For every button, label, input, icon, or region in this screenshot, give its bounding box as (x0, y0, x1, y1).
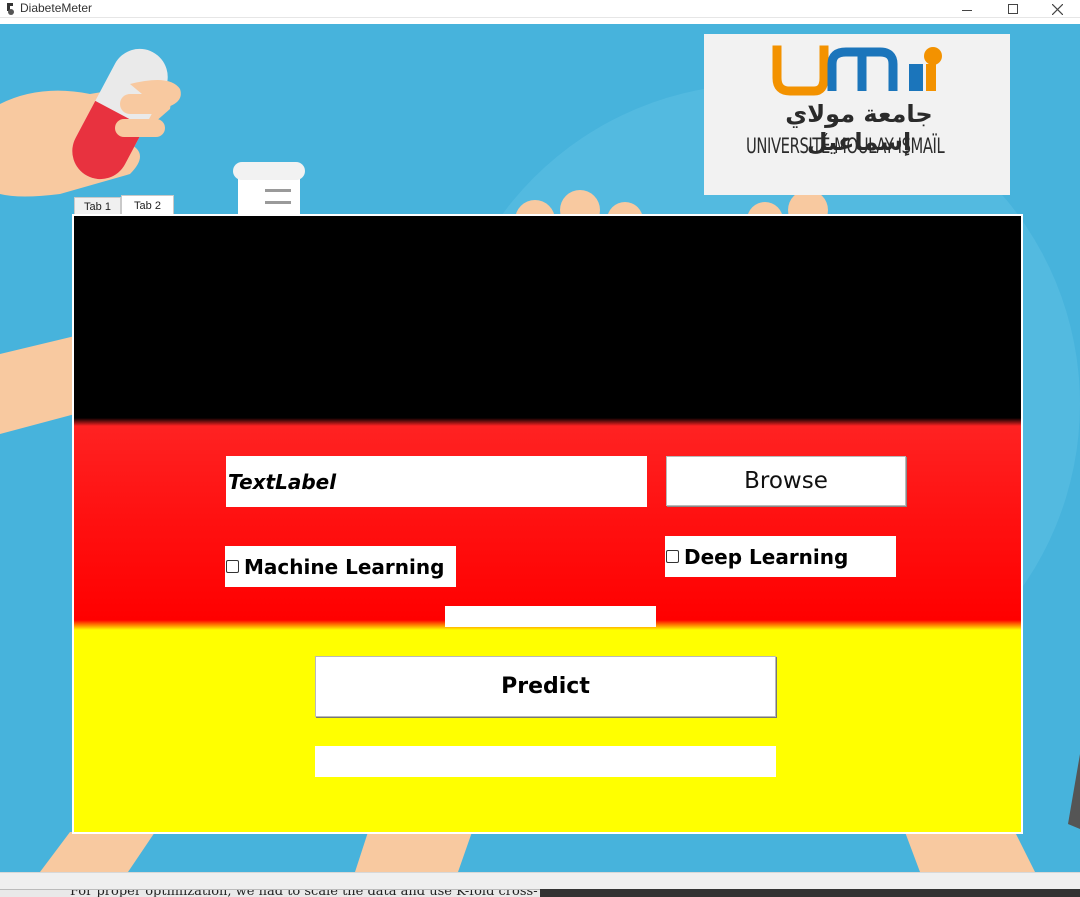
tab-2[interactable]: Tab 2 (121, 195, 174, 215)
title-bar: DiabeteMeter (0, 0, 1080, 18)
machine-learning-label: Machine Learning (244, 554, 445, 579)
close-icon (1051, 3, 1063, 15)
deep-learning-option[interactable]: Deep Learning (665, 536, 896, 577)
university-logo: جامعة مولاي إسماعيل UNIVERSITÉ MOULAY IS… (704, 34, 1010, 195)
browse-button[interactable]: Browse (666, 456, 906, 506)
background-window: For proper optimization, we had to scale… (0, 889, 540, 897)
deep-learning-checkbox[interactable] (666, 550, 679, 563)
maximize-button[interactable] (990, 0, 1036, 18)
university-name-latin: UNIVERSITÉ MOULAY ISMAÏL (746, 134, 945, 158)
status-field (445, 606, 656, 627)
maximize-icon (1008, 4, 1018, 14)
minimize-button[interactable] (944, 0, 990, 18)
background-window-dark (540, 889, 1080, 897)
umi-logo-mark (772, 45, 942, 96)
close-button[interactable] (1034, 0, 1080, 18)
taskbar-strip: For proper optimization, we had to scale… (0, 872, 1080, 897)
deep-learning-label: Deep Learning (684, 544, 849, 569)
predict-button[interactable]: Predict (315, 656, 776, 717)
prediction-panel: TextLabel Browse Machine Learning Deep L… (72, 214, 1023, 834)
app-icon (7, 3, 14, 15)
minimize-icon (962, 9, 972, 11)
result-field (315, 746, 776, 777)
background-window-text: For proper optimization, we had to scale… (70, 889, 538, 897)
window-title: DiabeteMeter (20, 1, 93, 15)
machine-learning-checkbox[interactable] (226, 560, 239, 573)
tab-1[interactable]: Tab 1 (74, 197, 121, 215)
file-path-label: TextLabel (226, 456, 647, 507)
machine-learning-option[interactable]: Machine Learning (225, 546, 456, 587)
